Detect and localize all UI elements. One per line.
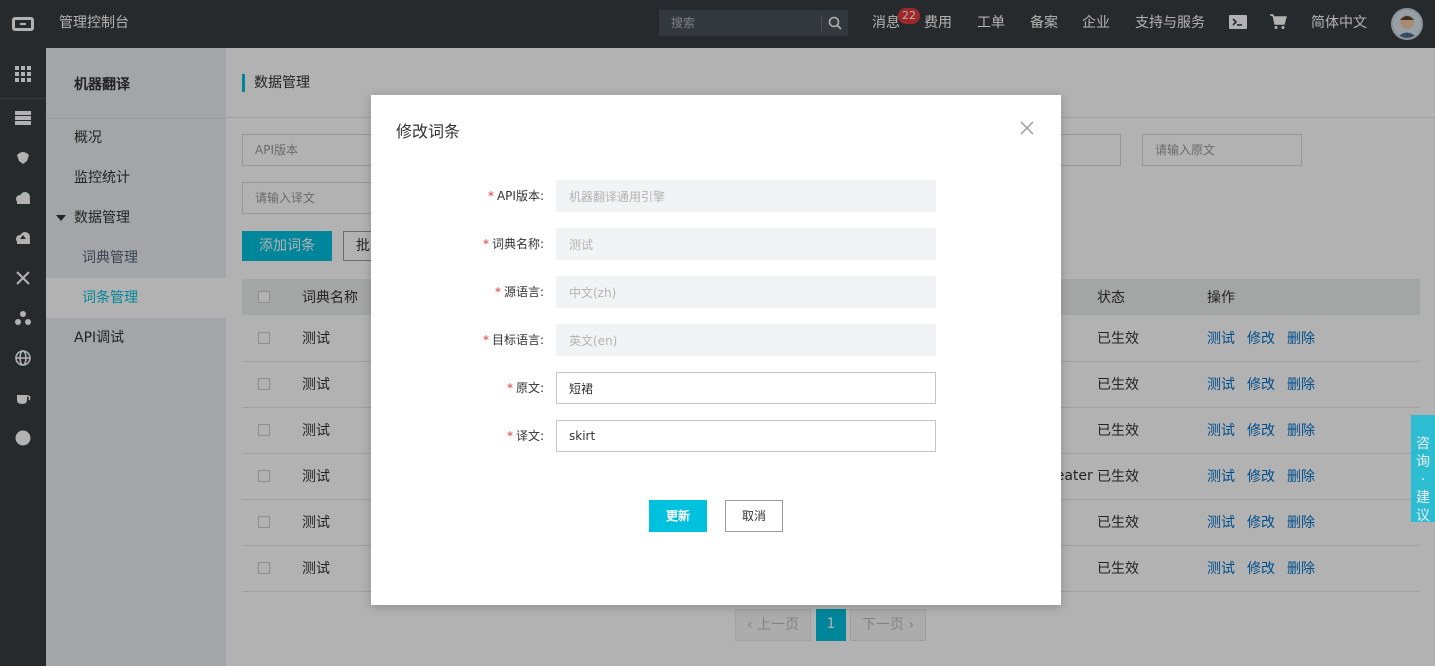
field-label: * 原文:: [506, 381, 544, 395]
update-button[interactable]: 更新: [649, 500, 707, 532]
cancel-button[interactable]: 取消: [725, 500, 783, 532]
field-label: * 译文:: [506, 429, 544, 443]
edit-entry-dialog: 修改词条 *API版本: *词典名称: *源语言: *目标语言: *原文: *译…: [371, 95, 1061, 605]
feedback-char: 咨: [1416, 436, 1430, 452]
api-version-field: [556, 180, 936, 212]
feedback-char: ·: [1420, 472, 1426, 488]
form-row-target-language: * 目标语言:: [371, 324, 1061, 356]
field-label: * API版本:: [487, 189, 544, 203]
dict-name-field: [556, 228, 936, 260]
feedback-char: 议: [1416, 508, 1430, 524]
source-language-field: [556, 276, 936, 308]
field-label: * 词典名称:: [482, 237, 544, 251]
feedback-tab[interactable]: 咨 询 · 建 议: [1411, 415, 1435, 524]
form-row-api-version: * API版本:: [371, 180, 1061, 212]
close-icon[interactable]: [1019, 120, 1035, 136]
form-row-source-language: * 源语言:: [371, 276, 1061, 308]
feedback-char: 建: [1416, 490, 1430, 506]
source-text-input[interactable]: [556, 372, 936, 404]
dialog-title: 修改词条: [396, 122, 461, 141]
form-row-target-text: * 译文:: [371, 420, 1061, 452]
field-label: * 源语言:: [494, 285, 544, 299]
feedback-char: 询: [1416, 454, 1430, 470]
target-language-field: [556, 324, 936, 356]
form-row-source-text: * 原文:: [371, 372, 1061, 404]
target-text-input[interactable]: [556, 420, 936, 452]
field-label: * 目标语言:: [482, 333, 544, 347]
form-row-dict-name: * 词典名称:: [371, 228, 1061, 260]
